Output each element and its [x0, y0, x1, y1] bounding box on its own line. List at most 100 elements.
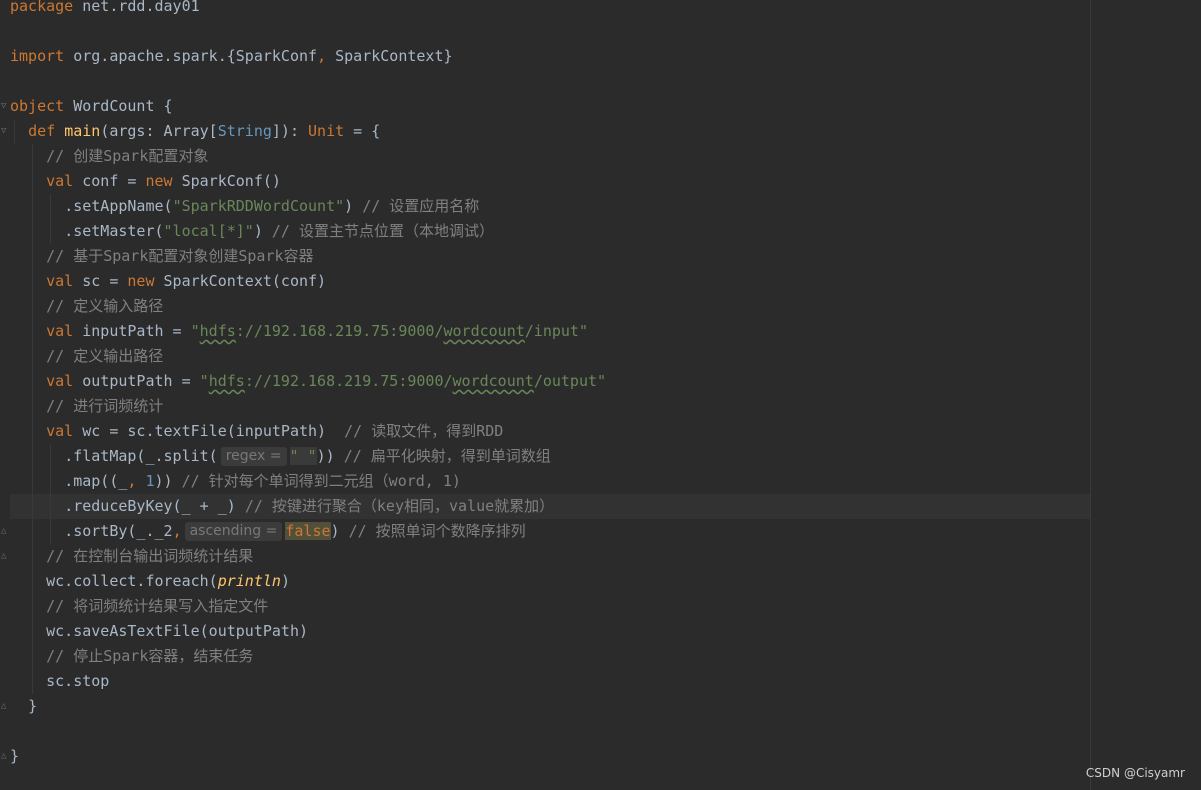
code-line-3[interactable]: import org.apache.spark.{SparkConf, Spar… [10, 44, 1090, 69]
code-text: ) [280, 572, 290, 590]
code-line-21[interactable]: .reduceByKey(_ + _) // 按键进行聚合（key相同，valu… [10, 494, 1090, 519]
string-literal: wordcount [443, 322, 525, 340]
code-line-17[interactable]: // 进行词频统计 [10, 394, 1090, 419]
code-line-15[interactable]: // 定义输出路径 [10, 344, 1090, 369]
code-line-28[interactable]: sc.stop [10, 669, 1090, 694]
code-area[interactable]: package net.rdd.day01 import org.apache.… [1, 0, 1090, 769]
indent-guide [32, 144, 33, 169]
fold-marker-icon[interactable]: ▽ [1, 126, 9, 136]
comment: // 在控制台输出词频统计结果 [46, 547, 254, 565]
code-line-24[interactable]: wc.collect.foreach(println) [10, 569, 1090, 594]
indent-guide [50, 444, 51, 469]
indent-guide [32, 394, 33, 419]
code-line-26[interactable]: wc.saveAsTextFile(outputPath) [10, 619, 1090, 644]
string-literal: " [190, 322, 200, 340]
indent-guide [32, 469, 33, 494]
number-literal: 1 [145, 472, 155, 490]
code-line-10[interactable]: .setMaster("local[*]") // 设置主节点位置（本地调试） [10, 219, 1090, 244]
editor-gutter[interactable] [0, 0, 10, 790]
comment: // 扁平化映射，得到单词数组 [343, 447, 551, 465]
code-line-20[interactable]: .map((_, 1)) // 针对每个单词得到二元组（word, 1) [10, 469, 1090, 494]
code-line-19[interactable]: .flatMap(_.split(regex = " ")) // 扁平化映射，得… [10, 444, 1090, 469]
code-text: outputPath = [73, 372, 200, 390]
keyword: false [285, 522, 331, 540]
code-text: net.rdd.day01 [73, 0, 200, 15]
code-line-18[interactable]: val wc = sc.textFile(inputPath) // 读取文件，… [10, 419, 1090, 444]
code-line-8[interactable]: val conf = new SparkConf() [10, 169, 1090, 194]
code-line-31[interactable]: △} [1, 744, 1090, 769]
code-text: .flatMap(_.split( [64, 447, 218, 465]
code-text: SparkContext} [326, 47, 453, 65]
code-text: .sortBy(_._2 [64, 522, 173, 540]
code-line-12[interactable]: val sc = new SparkContext(conf) [10, 269, 1090, 294]
watermark: CSDN @Cisyamr [1085, 766, 1185, 780]
code-text: .map((_ [64, 472, 128, 490]
type-name: Unit [308, 122, 345, 140]
code-line-9[interactable]: .setAppName("SparkRDDWordCount") // 设置应用… [10, 194, 1090, 219]
code-line-29[interactable]: △ } [1, 694, 1090, 719]
string-literal: ://192.168.219.75:9000/ [244, 372, 453, 390]
fold-marker-icon[interactable]: △ [1, 526, 9, 536]
code-text: sc = [73, 272, 128, 290]
fold-marker-icon[interactable]: △ [1, 701, 9, 711]
comment: // 按键进行聚合（key相同，value就累加） [244, 497, 555, 515]
string-literal: hdfs [199, 322, 236, 340]
indent-guide [32, 269, 33, 294]
code-line-13[interactable]: // 定义输入路径 [10, 294, 1090, 319]
code-text: .reduceByKey(_ + _) [64, 497, 245, 515]
right-margin-line [1090, 0, 1091, 790]
code-line-14[interactable]: val inputPath = "hdfs://192.168.219.75:9… [10, 319, 1090, 344]
string-literal: " [199, 372, 209, 390]
keyword: val [46, 172, 74, 190]
fold-marker-icon[interactable]: ▽ [1, 101, 9, 111]
code-line-2[interactable] [10, 19, 1090, 44]
comment: // 定义输入路径 [46, 297, 164, 315]
indent-guide [32, 519, 33, 544]
indent-guide [32, 594, 33, 619]
comment: // 定义输出路径 [46, 347, 164, 365]
code-text: )) [316, 447, 344, 465]
comment: // 基于Spark配置对象创建Spark容器 [46, 247, 314, 265]
code-line-11[interactable]: // 基于Spark配置对象创建Spark容器 [10, 244, 1090, 269]
code-line-1[interactable]: package net.rdd.day01 [10, 0, 1090, 19]
string-literal: "local[*]" [163, 222, 254, 240]
code-text: } [10, 747, 20, 765]
code-line-22[interactable]: △ .sortBy(_._2, ascending = false) // 按照单词… [1, 519, 1090, 544]
string-literal: " " [289, 447, 317, 465]
code-line-23[interactable]: △ // 在控制台输出词频统计结果 [1, 544, 1090, 569]
code-text: org.apache.spark.{SparkConf [64, 47, 318, 65]
code-text: } [28, 697, 38, 715]
fold-marker-icon[interactable]: △ [1, 551, 9, 561]
indent-guide [50, 519, 51, 544]
indent-guide [32, 369, 33, 394]
indent-guide [50, 194, 51, 219]
code-line-16[interactable]: val outputPath = "hdfs://192.168.219.75:… [10, 369, 1090, 394]
code-line-4[interactable] [10, 69, 1090, 94]
code-line-25[interactable]: // 将词频统计结果写入指定文件 [10, 594, 1090, 619]
code-line-30[interactable] [10, 719, 1090, 744]
keyword: import [10, 47, 65, 65]
indent-guide [32, 494, 33, 519]
fold-marker-icon[interactable]: △ [1, 751, 9, 761]
indent-guide [14, 119, 15, 144]
comment: // 创建Spark配置对象 [46, 147, 209, 165]
indent-guide [32, 219, 33, 244]
keyword: object [10, 97, 65, 115]
string-literal: ://192.168.219.75:9000/ [235, 322, 444, 340]
code-line-7[interactable]: // 创建Spark配置对象 [10, 144, 1090, 169]
code-line-27[interactable]: // 停止Spark容器，结束任务 [10, 644, 1090, 669]
code-text: sc.stop [46, 672, 110, 690]
indent-guide [32, 544, 33, 569]
indent-guide [32, 244, 33, 269]
indent-guide [32, 444, 33, 469]
code-line-5[interactable]: ▽ object WordCount { [1, 94, 1090, 119]
comma: , [317, 47, 327, 65]
string-literal: hdfs [208, 372, 245, 390]
code-editor[interactable]: package net.rdd.day01 import org.apache.… [0, 0, 1201, 790]
string-literal: /input" [524, 322, 588, 340]
code-line-6[interactable]: ▽ def main(args: Array[String]): Unit = … [1, 119, 1090, 144]
indent-guide [32, 619, 33, 644]
parameter-hint: regex = [220, 447, 287, 466]
comment: // 按照单词个数降序排列 [348, 522, 526, 540]
comment: // 将词频统计结果写入指定文件 [46, 597, 269, 615]
